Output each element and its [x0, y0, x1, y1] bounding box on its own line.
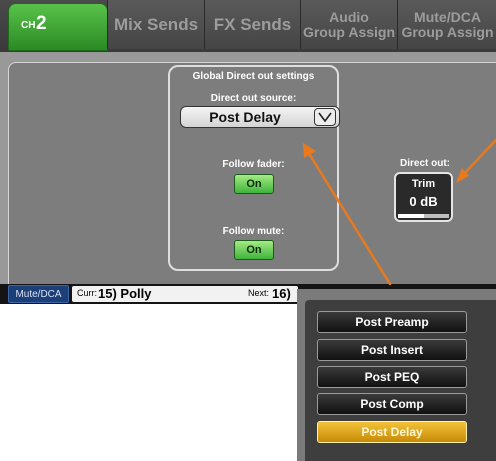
option-label: Post PEQ — [364, 370, 420, 384]
follow-fader-label: Follow fader: — [222, 159, 285, 170]
follow-fader-toggle[interactable]: On — [234, 174, 274, 194]
follow-mute-value: On — [246, 244, 262, 256]
direct-out-source-dropdown[interactable]: Post Delay — [180, 106, 340, 128]
tab-fx-sends[interactable]: FX Sends — [204, 0, 300, 49]
tab-mix-sends-label: Mix Sends — [113, 14, 199, 34]
tab-audio-group-line2: Group Assign — [302, 23, 396, 40]
option-post-preamp[interactable]: Post Preamp — [317, 311, 467, 333]
option-post-peq[interactable]: Post PEQ — [317, 366, 467, 388]
tab-audio-group-line1: Audio — [329, 8, 369, 25]
tab-mix-sends[interactable]: Mix Sends — [107, 0, 204, 49]
follow-fader-value: On — [246, 178, 262, 190]
trim-level-bar — [398, 214, 449, 218]
channel-prefix: CH — [21, 20, 36, 31]
tab-mute-dca-group-assign[interactable]: Mute/DCA Group Assign — [397, 0, 496, 49]
follow-mute-toggle[interactable]: On — [234, 240, 274, 260]
tab-mute-dca-line2: Group Assign — [401, 23, 494, 40]
option-label: Post Preamp — [355, 315, 429, 329]
next-channel-name: 16) — [272, 286, 291, 301]
option-post-insert[interactable]: Post Insert — [317, 339, 467, 361]
tab-mute-dca-line1: Mute/DCA — [414, 8, 481, 25]
next-prefix: Next: — [248, 288, 270, 298]
tab-channel[interactable]: CH 2 — [8, 3, 108, 51]
option-post-comp[interactable]: Post Comp — [317, 393, 467, 415]
mute-dca-label: Mute/DCA — [15, 288, 62, 300]
direct-out-source-value: Post Delay — [209, 109, 281, 125]
current-channel-name: 15) Polly — [98, 286, 152, 301]
option-post-delay[interactable]: Post Delay — [317, 421, 467, 443]
option-label: Post Insert — [360, 343, 423, 357]
follow-mute-label: Follow mute: — [222, 226, 285, 237]
option-label: Post Comp — [360, 397, 424, 411]
trim-value: 0 dB — [409, 194, 438, 209]
mute-dca-button[interactable]: Mute/DCA — [8, 285, 69, 303]
trim-label: Trim — [411, 178, 436, 190]
chevron-down-icon[interactable] — [314, 108, 336, 126]
global-direct-out-title: Global Direct out settings — [192, 71, 315, 82]
direct-out-source-label: Direct out source: — [210, 93, 297, 104]
option-label: Post Delay — [361, 425, 423, 439]
tab-audio-group-assign[interactable]: Audio Group Assign — [300, 0, 397, 49]
tab-bar: CH 2 Mix Sends FX Sends Audio Group Assi… — [0, 0, 496, 52]
channel-number: 2 — [36, 13, 47, 34]
next-channel: Next: 16) — [240, 286, 302, 302]
source-options-popup: Post Preamp Post Insert Post PEQ Post Co… — [297, 289, 496, 461]
direct-out-label: Direct out: — [400, 158, 450, 169]
direct-out-trim-knob[interactable]: Trim 0 dB — [394, 172, 453, 222]
current-prefix: Curr: — [77, 288, 97, 298]
trim-level-fill — [398, 214, 424, 218]
tab-fx-sends-label: FX Sends — [213, 14, 292, 34]
